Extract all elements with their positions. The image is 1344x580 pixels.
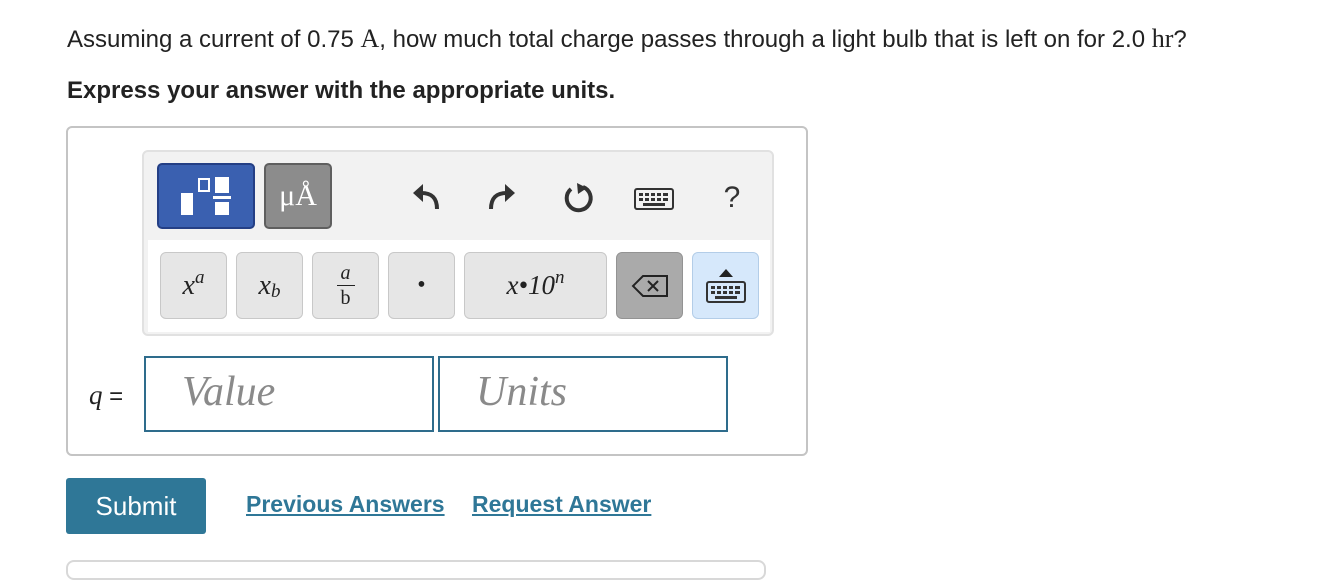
superscript-base: x <box>182 269 195 301</box>
subscript-index: b <box>270 280 281 302</box>
question-part1: Assuming a current of 0.75 <box>67 26 361 53</box>
dot-key[interactable]: • <box>388 252 455 319</box>
question-part2: , how much total charge passes through a… <box>379 26 1152 53</box>
superscript-exponent: a <box>194 266 205 288</box>
value-field[interactable] <box>144 356 434 432</box>
subscript-base: x <box>258 269 271 301</box>
question-text: Assuming a current of 0.75 A, how much t… <box>67 24 1187 54</box>
time-unit: hr <box>1151 24 1174 53</box>
fraction-key[interactable]: a b <box>312 252 379 319</box>
keyboard-icon[interactable] <box>632 184 676 214</box>
keyboard-toggle-icon <box>705 281 746 303</box>
sci-notation-base: x•10 <box>506 270 555 300</box>
units-field[interactable] <box>438 356 728 432</box>
next-panel-edge <box>66 560 766 580</box>
current-unit: A <box>360 24 380 53</box>
question-part3: ? <box>1173 26 1187 53</box>
units-button[interactable]: μÅ <box>264 163 332 229</box>
backspace-key[interactable] <box>616 252 683 319</box>
templates-button[interactable] <box>157 163 255 229</box>
backspace-icon <box>631 274 668 297</box>
units-input[interactable] <box>476 368 716 416</box>
previous-answers-link[interactable]: Previous Answers <box>246 491 445 518</box>
submit-button[interactable]: Submit <box>66 478 206 534</box>
fraction-glyph: a b <box>336 262 355 309</box>
help-icon[interactable]: ? <box>716 178 748 218</box>
templates-icon <box>181 177 231 215</box>
redo-icon[interactable] <box>482 178 522 218</box>
subscript-key[interactable]: xb <box>236 252 303 319</box>
sci-notation-exponent: n <box>554 266 565 288</box>
scientific-notation-key[interactable]: x•10 n <box>464 252 607 319</box>
keyboard-toggle-key[interactable] <box>692 252 759 319</box>
reset-icon[interactable] <box>558 178 598 218</box>
superscript-key[interactable]: xa <box>160 252 227 319</box>
undo-icon[interactable] <box>406 178 446 218</box>
caret-up-icon <box>718 269 733 277</box>
fraction-denominator: b <box>340 287 351 309</box>
request-answer-link[interactable]: Request Answer <box>472 491 651 518</box>
answer-label: q = <box>89 380 123 411</box>
value-input[interactable] <box>182 368 422 416</box>
fraction-numerator: a <box>340 262 351 284</box>
answer-variable: q <box>89 380 103 410</box>
equals-sign: = <box>109 383 124 410</box>
instruction-text: Express your answer with the appropriate… <box>67 77 616 104</box>
